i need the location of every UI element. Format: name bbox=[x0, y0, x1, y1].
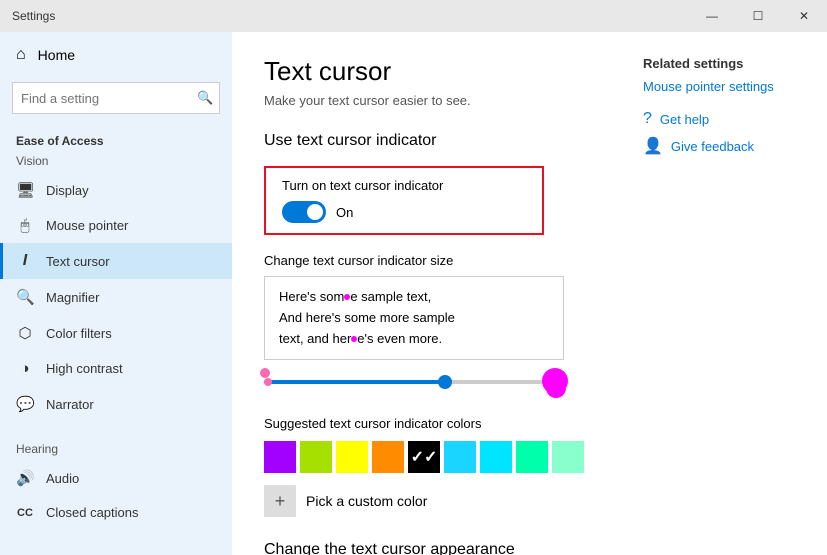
custom-color-row: + Pick a custom color bbox=[264, 485, 595, 517]
sidebar-item-magnifier-label: Magnifier bbox=[46, 290, 99, 305]
preview-line2: And here's some more sample bbox=[279, 308, 549, 329]
indicator-section-title: Use text cursor indicator bbox=[264, 132, 595, 150]
size-slider-fill bbox=[264, 380, 444, 384]
sidebar-item-display[interactable]: 🖥 Display bbox=[0, 172, 232, 208]
titlebar-controls: — ☐ ✕ bbox=[689, 0, 827, 32]
sidebar-item-narrator[interactable]: 💬 Narrator bbox=[0, 386, 232, 422]
sidebar-item-text-cursor-label: Text cursor bbox=[46, 254, 110, 269]
size-slider-thumb-right-2 bbox=[546, 378, 566, 398]
preview-line1: Here's some sample text, bbox=[279, 287, 549, 308]
vision-label: Vision bbox=[0, 152, 232, 172]
sidebar-item-color-filters-label: Color filters bbox=[46, 326, 112, 341]
color-swatch-3[interactable] bbox=[372, 441, 404, 473]
text-preview-box: Here's some sample text, And here's some… bbox=[264, 276, 564, 360]
color-swatch-0[interactable] bbox=[264, 441, 296, 473]
color-swatch-2[interactable] bbox=[336, 441, 368, 473]
give-feedback-row[interactable]: 👤 Give feedback bbox=[643, 136, 811, 156]
sidebar-item-audio[interactable]: 🔊 Audio bbox=[0, 460, 232, 496]
mouse-pointer-icon: 🖱 bbox=[16, 217, 34, 234]
sidebar-item-display-label: Display bbox=[46, 183, 89, 198]
titlebar: Settings — ☐ ✕ bbox=[0, 0, 827, 32]
appearance-section-title: Change the text cursor appearance bbox=[264, 541, 595, 555]
sidebar-item-mouse-pointer-label: Mouse pointer bbox=[46, 218, 128, 233]
sidebar-item-mouse-pointer[interactable]: 🖱 Mouse pointer bbox=[0, 208, 232, 243]
sidebar-item-text-cursor[interactable]: I Text cursor bbox=[0, 243, 232, 279]
high-contrast-icon: ◑ bbox=[16, 360, 34, 377]
get-help-row[interactable]: ? Get help bbox=[643, 110, 811, 128]
size-label: Change text cursor indicator size bbox=[264, 253, 595, 268]
sidebar-item-home[interactable]: ⌂ Home bbox=[0, 32, 232, 78]
home-label: Home bbox=[38, 47, 75, 63]
size-slider-thumb-mid bbox=[438, 375, 452, 389]
magnifier-icon: 🔍 bbox=[16, 288, 34, 306]
size-slider-thumb-left bbox=[264, 378, 272, 386]
minimize-button[interactable]: — bbox=[689, 0, 735, 32]
close-button[interactable]: ✕ bbox=[781, 0, 827, 32]
sidebar-item-closed-captions[interactable]: CC Closed captions bbox=[0, 496, 232, 529]
color-swatch-6[interactable] bbox=[480, 441, 512, 473]
sidebar-item-audio-label: Audio bbox=[46, 471, 79, 486]
text-cursor-indicator-toggle[interactable] bbox=[282, 201, 326, 223]
custom-color-button[interactable]: + bbox=[264, 485, 296, 517]
sidebar-item-high-contrast[interactable]: ◑ High contrast bbox=[0, 351, 232, 386]
page-subtitle: Make your text cursor easier to see. bbox=[264, 93, 595, 108]
right-panel: Related settings Mouse pointer settings … bbox=[627, 32, 827, 555]
color-filters-icon: ⬡ bbox=[16, 324, 34, 342]
toggle-state-text: On bbox=[336, 205, 353, 220]
color-swatch-5[interactable] bbox=[444, 441, 476, 473]
display-icon: 🖥 bbox=[16, 181, 34, 199]
toggle-row: On bbox=[282, 201, 526, 223]
search-box[interactable]: 🔍 bbox=[12, 82, 220, 114]
app-container: ⌂ Home 🔍 Ease of Access Vision 🖥 Display… bbox=[0, 32, 827, 555]
palette-label: Suggested text cursor indicator colors bbox=[264, 416, 595, 431]
slider-track-wrapper bbox=[264, 380, 564, 384]
mouse-pointer-settings-link[interactable]: Mouse pointer settings bbox=[643, 79, 811, 94]
get-help-icon: ? bbox=[643, 110, 652, 128]
size-slider-container[interactable] bbox=[264, 380, 564, 384]
toggle-box: Turn on text cursor indicator On bbox=[264, 166, 544, 235]
give-feedback-icon: 👤 bbox=[643, 136, 663, 156]
sidebar-item-color-filters[interactable]: ⬡ Color filters bbox=[0, 315, 232, 351]
closed-captions-icon: CC bbox=[16, 507, 34, 519]
cursor-dot-1 bbox=[344, 294, 350, 300]
slider-left-indicator bbox=[260, 368, 270, 378]
size-slider-track bbox=[264, 380, 564, 384]
color-swatch-7[interactable] bbox=[516, 441, 548, 473]
cursor-dot-2 bbox=[351, 336, 357, 342]
related-settings-title: Related settings bbox=[643, 56, 811, 71]
sidebar: ⌂ Home 🔍 Ease of Access Vision 🖥 Display… bbox=[0, 32, 232, 555]
color-swatch-4[interactable]: ✓ bbox=[408, 441, 440, 473]
sidebar-item-magnifier[interactable]: 🔍 Magnifier bbox=[0, 279, 232, 315]
narrator-icon: 💬 bbox=[16, 395, 34, 413]
sidebar-item-closed-captions-label: Closed captions bbox=[46, 505, 139, 520]
custom-color-label: Pick a custom color bbox=[306, 493, 427, 509]
hearing-label: Hearing bbox=[0, 434, 232, 460]
get-help-text: Get help bbox=[660, 112, 709, 127]
ease-of-access-label: Ease of Access bbox=[0, 126, 232, 152]
toggle-label: Turn on text cursor indicator bbox=[282, 178, 526, 193]
plus-icon: + bbox=[275, 491, 286, 512]
audio-icon: 🔊 bbox=[16, 469, 34, 487]
color-swatch-1[interactable] bbox=[300, 441, 332, 473]
page-title: Text cursor bbox=[264, 56, 595, 87]
maximize-button[interactable]: ☐ bbox=[735, 0, 781, 32]
color-palette: ✓ bbox=[264, 441, 595, 473]
titlebar-title: Settings bbox=[12, 9, 55, 23]
main-content: Text cursor Make your text cursor easier… bbox=[232, 32, 627, 555]
color-swatch-8[interactable] bbox=[552, 441, 584, 473]
home-icon: ⌂ bbox=[16, 46, 26, 64]
sidebar-item-high-contrast-label: High contrast bbox=[46, 361, 123, 376]
text-cursor-icon: I bbox=[16, 252, 34, 270]
search-input[interactable] bbox=[21, 91, 197, 106]
sidebar-item-narrator-label: Narrator bbox=[46, 397, 94, 412]
preview-line3: text, and here's even more. bbox=[279, 329, 549, 350]
give-feedback-text: Give feedback bbox=[671, 139, 754, 154]
search-icon: 🔍 bbox=[197, 90, 213, 106]
